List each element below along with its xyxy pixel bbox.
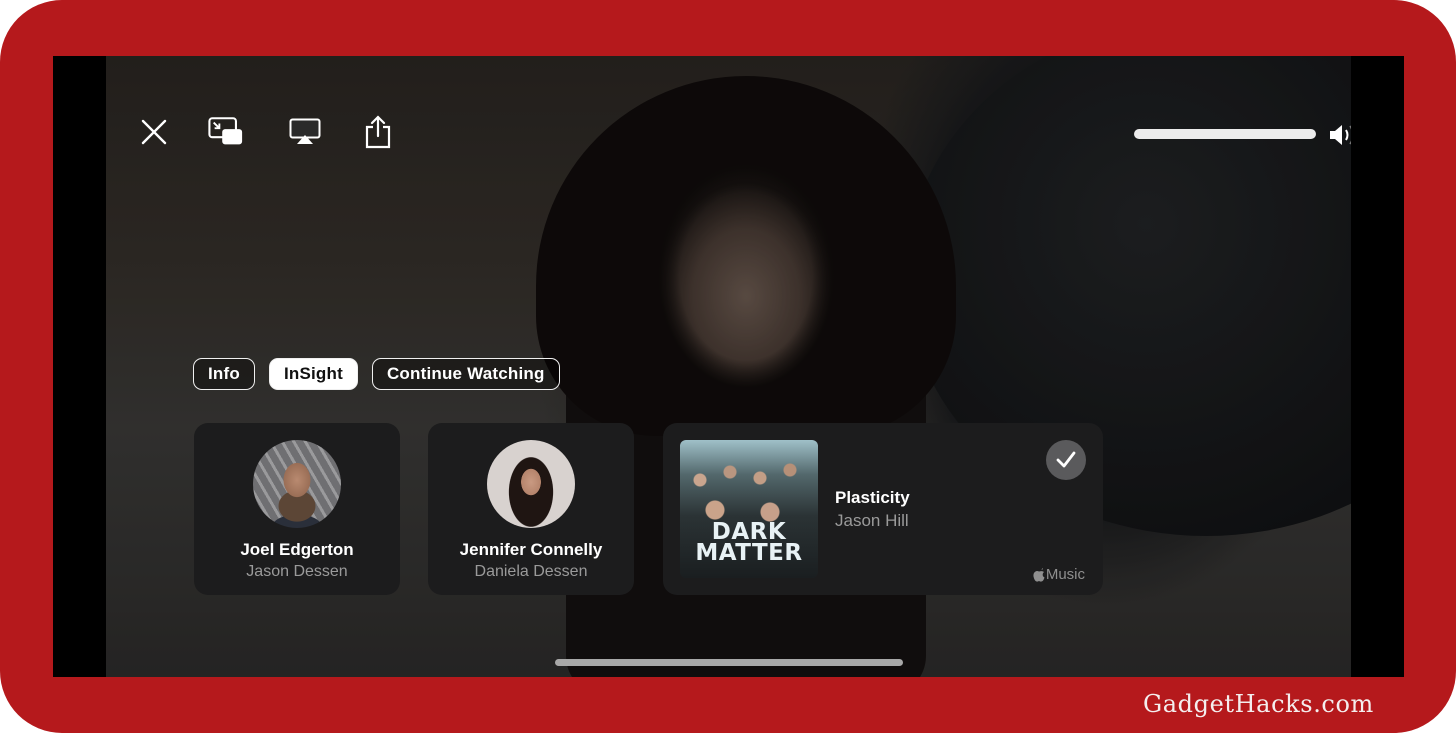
album-crowd-art xyxy=(680,450,818,530)
added-checkmark-button[interactable] xyxy=(1046,440,1086,480)
avatar xyxy=(253,440,341,528)
music-service-label: Music xyxy=(1045,566,1085,583)
picture-in-picture-button[interactable] xyxy=(208,114,244,150)
watermark: GadgetHacks.com xyxy=(1143,690,1374,718)
pip-icon xyxy=(208,117,243,145)
track-title: Plasticity xyxy=(835,488,910,507)
music-card[interactable]: DARK MATTER Plasticity Jason Hill Music xyxy=(663,423,1103,595)
share-button[interactable] xyxy=(360,114,396,150)
home-indicator[interactable] xyxy=(555,659,903,666)
airplay-icon xyxy=(289,118,321,144)
checkmark-icon xyxy=(1056,451,1076,468)
album-title: DARK MATTER xyxy=(695,519,803,566)
cast-name: Jennifer Connelly xyxy=(459,540,603,559)
close-icon xyxy=(141,119,167,145)
cast-role: Daniela Dessen xyxy=(474,563,588,580)
tab-insight[interactable]: InSight xyxy=(268,358,358,390)
track-info: Plasticity Jason Hill xyxy=(835,488,910,531)
video-frame[interactable]: Info InSight Continue Watching Joel Edge… xyxy=(106,56,1351,677)
insight-tabs: Info InSight Continue Watching xyxy=(193,358,560,390)
share-icon xyxy=(365,115,391,149)
close-button[interactable] xyxy=(136,114,172,150)
tab-continue-watching[interactable]: Continue Watching xyxy=(371,358,560,390)
tab-info[interactable]: Info xyxy=(193,358,255,390)
apple-music-badge: Music xyxy=(1033,566,1085,583)
cast-card-jennifer-connelly[interactable]: Jennifer Connelly Daniela Dessen xyxy=(428,423,634,595)
volume-slider[interactable] xyxy=(1134,129,1316,139)
track-artist: Jason Hill xyxy=(835,511,909,530)
airplay-button[interactable] xyxy=(287,114,323,150)
cast-role: Jason Dessen xyxy=(246,563,348,580)
apple-logo-icon xyxy=(1033,567,1045,582)
album-artwork: DARK MATTER xyxy=(680,440,818,578)
cast-name: Joel Edgerton xyxy=(240,540,354,559)
speaker-wave-icon xyxy=(1330,125,1351,145)
volume-button[interactable] xyxy=(1328,120,1351,150)
video-player-screen: Info InSight Continue Watching Joel Edge… xyxy=(53,56,1404,677)
cast-card-joel-edgerton[interactable]: Joel Edgerton Jason Dessen xyxy=(194,423,400,595)
avatar xyxy=(487,440,575,528)
